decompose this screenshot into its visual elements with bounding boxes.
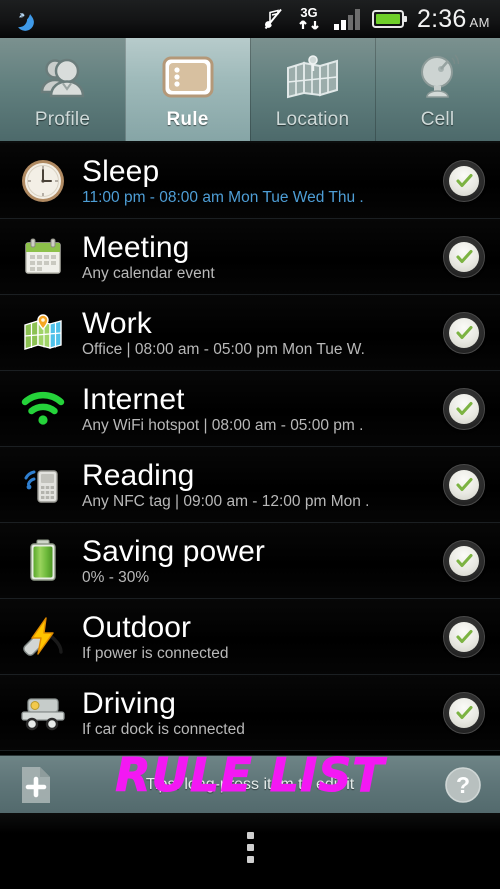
list-item-subtitle: Office | 08:00 am - 05:00 pm Mon Tue W. [82, 340, 365, 358]
cell-antenna-icon [410, 49, 466, 105]
list-item-subtitle: Any NFC tag | 09:00 am - 12:00 pm Mon . [82, 492, 370, 510]
list-item[interactable]: Reading Any NFC tag | 09:00 am - 12:00 p… [0, 447, 500, 523]
check-icon [455, 325, 473, 340]
nfc-phone-icon [14, 461, 72, 509]
help-button[interactable]: ? [442, 764, 484, 806]
svg-text:?: ? [456, 772, 470, 798]
bottom-bar-tip: Tips: long-press item to edit it [145, 775, 355, 793]
list-item-subtitle: Any WiFi hotspot | 08:00 am - 05:00 pm . [82, 416, 364, 434]
rule-toggle[interactable] [428, 599, 500, 675]
music-muted-icon [264, 8, 282, 30]
rule-toggle[interactable] [428, 675, 500, 751]
list-item-title: Work [82, 306, 152, 340]
tab-cell-label: Cell [420, 108, 455, 130]
calendar-icon [14, 233, 72, 281]
list-item[interactable]: Work Office | 08:00 am - 05:00 pm Mon Tu… [0, 295, 500, 371]
list-item-subtitle: If power is connected [82, 644, 229, 662]
add-page-icon [22, 766, 50, 803]
bottom-action-bar: Tips: long-press item to edit it ? [0, 755, 500, 813]
list-item-text: Outdoor If power is connected [72, 611, 428, 663]
3g-data-icon: 3G [299, 5, 319, 30]
battery-icon [372, 10, 408, 28]
list-rule-icon [160, 49, 216, 105]
tab-rule-label: Rule [166, 108, 209, 130]
status-bar-clock: 2:36 AM [417, 4, 490, 33]
check-icon [455, 705, 473, 720]
list-item-title: Saving power [82, 534, 265, 568]
signal-bars-icon [334, 9, 361, 30]
list-item-subtitle: 11:00 pm - 08:00 am Mon Tue Wed Thu . [82, 188, 364, 206]
list-item-text: Work Office | 08:00 am - 05:00 pm Mon Tu… [72, 307, 428, 359]
moon-icon [18, 13, 34, 31]
check-icon [455, 249, 473, 264]
check-icon [455, 553, 473, 568]
clock-time: 2:36 [417, 4, 467, 33]
svg-text:3G: 3G [300, 5, 317, 20]
overflow-menu-icon[interactable] [246, 832, 254, 863]
rule-toggle[interactable] [428, 219, 500, 295]
check-icon [455, 629, 473, 644]
list-item-text: Meeting Any calendar event [72, 231, 428, 283]
rule-toggle[interactable] [428, 371, 500, 447]
clock-icon [14, 157, 72, 205]
status-bar-right: 3G 2:36 AM [261, 5, 490, 33]
list-item[interactable]: Internet Any WiFi hotspot | 08:00 am - 0… [0, 371, 500, 447]
car-dock-icon [14, 689, 72, 737]
help-icon: ? [445, 766, 481, 803]
list-item[interactable]: Saving power 0% - 30% [0, 523, 500, 599]
list-item[interactable]: Outdoor If power is connected [0, 599, 500, 675]
list-item-text: Saving power 0% - 30% [72, 535, 428, 587]
rule-toggle[interactable] [428, 523, 500, 599]
list-item-title: Meeting [82, 230, 190, 264]
rule-toggle[interactable] [428, 447, 500, 523]
tab-rule[interactable]: Rule [125, 38, 250, 141]
check-icon [455, 173, 473, 188]
people-icon [33, 49, 93, 105]
list-item-subtitle: 0% - 30% [82, 568, 150, 586]
tab-location-label: Location [275, 108, 350, 130]
list-item[interactable]: Driving If car dock is connected [0, 675, 500, 751]
tab-bar: Profile Rule Location Cell [0, 38, 500, 143]
list-item-text: Sleep 11:00 pm - 08:00 am Mon Tue Wed Th… [72, 155, 428, 207]
list-item-text: Reading Any NFC tag | 09:00 am - 12:00 p… [72, 459, 428, 511]
wifi-icon [14, 385, 72, 433]
clock-ampm: AM [469, 14, 490, 30]
list-item-title: Outdoor [82, 610, 192, 644]
map-grid-pin-icon [282, 49, 344, 105]
rule-toggle[interactable] [428, 143, 500, 219]
list-item-text: Internet Any WiFi hotspot | 08:00 am - 0… [72, 383, 428, 435]
add-rule-button[interactable] [16, 763, 56, 807]
list-item-title: Driving [82, 686, 177, 720]
tab-location[interactable]: Location [250, 38, 375, 141]
system-navigation-bar [0, 813, 500, 882]
check-icon [455, 477, 473, 492]
list-item[interactable]: Meeting Any calendar event [0, 219, 500, 295]
list-item-title: Reading [82, 458, 195, 492]
map-pin-icon [14, 309, 72, 357]
list-item-title: Internet [82, 382, 185, 416]
tab-cell[interactable]: Cell [375, 38, 500, 141]
battery-icon [14, 537, 72, 585]
tab-profile-label: Profile [34, 108, 91, 130]
rule-list[interactable]: Sleep 11:00 pm - 08:00 am Mon Tue Wed Th… [0, 143, 500, 755]
status-bar-left [10, 6, 36, 32]
check-icon [455, 401, 473, 416]
phone-screen: 3G 2:36 AM Profile Rule Location Cell Sl… [0, 0, 500, 889]
status-bar: 3G 2:36 AM [0, 0, 500, 38]
list-item-subtitle: If car dock is connected [82, 720, 245, 738]
rule-toggle[interactable] [428, 295, 500, 371]
list-item-text: Driving If car dock is connected [72, 687, 428, 739]
list-item-title: Sleep [82, 154, 160, 188]
list-item-subtitle: Any calendar event [82, 264, 215, 282]
power-plug-icon [14, 613, 72, 661]
list-item[interactable]: Sleep 11:00 pm - 08:00 am Mon Tue Wed Th… [0, 143, 500, 219]
tab-profile[interactable]: Profile [0, 38, 125, 141]
